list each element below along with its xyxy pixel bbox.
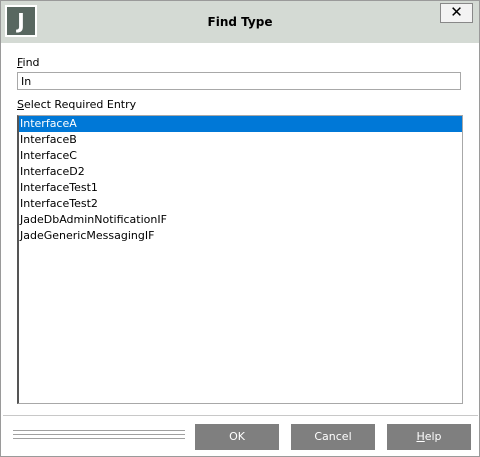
entry-listbox[interactable]: InterfaceA InterfaceB InterfaceC Interfa… xyxy=(17,115,463,404)
help-label-rest: elp xyxy=(424,430,442,443)
help-label-mnemonic: H xyxy=(416,430,425,443)
list-item[interactable]: InterfaceA xyxy=(19,116,462,132)
list-item[interactable]: InterfaceC xyxy=(19,148,462,164)
dialog-title: Find Type xyxy=(207,15,273,29)
find-label: Find xyxy=(17,56,40,69)
list-item[interactable]: JadeGenericMessagingIF xyxy=(19,228,462,244)
list-item[interactable]: InterfaceTest1 xyxy=(19,180,462,196)
footer-divider xyxy=(3,415,478,416)
close-icon: ✕ xyxy=(450,3,463,21)
help-button[interactable]: Help xyxy=(387,424,471,450)
cancel-button[interactable]: Cancel xyxy=(291,424,375,450)
find-type-dialog: J Find Type ✕ Find Select Required Entry… xyxy=(0,0,480,457)
list-item[interactable]: InterfaceB xyxy=(19,132,462,148)
select-entry-label: Select Required Entry xyxy=(17,98,136,111)
select-entry-label-mnemonic: S xyxy=(17,98,24,111)
list-item[interactable]: InterfaceTest2 xyxy=(19,196,462,212)
list-item[interactable]: JadeDbAdminNotificationIF xyxy=(19,212,462,228)
list-item[interactable]: InterfaceD2 xyxy=(19,164,462,180)
footer-grip-lines xyxy=(13,430,185,442)
find-input[interactable] xyxy=(17,72,461,90)
find-label-rest: ind xyxy=(22,56,40,69)
ok-button[interactable]: OK xyxy=(195,424,279,450)
title-bar: J Find Type ✕ xyxy=(1,1,479,43)
select-entry-label-rest: elect Required Entry xyxy=(23,98,137,111)
close-button[interactable]: ✕ xyxy=(440,3,473,23)
